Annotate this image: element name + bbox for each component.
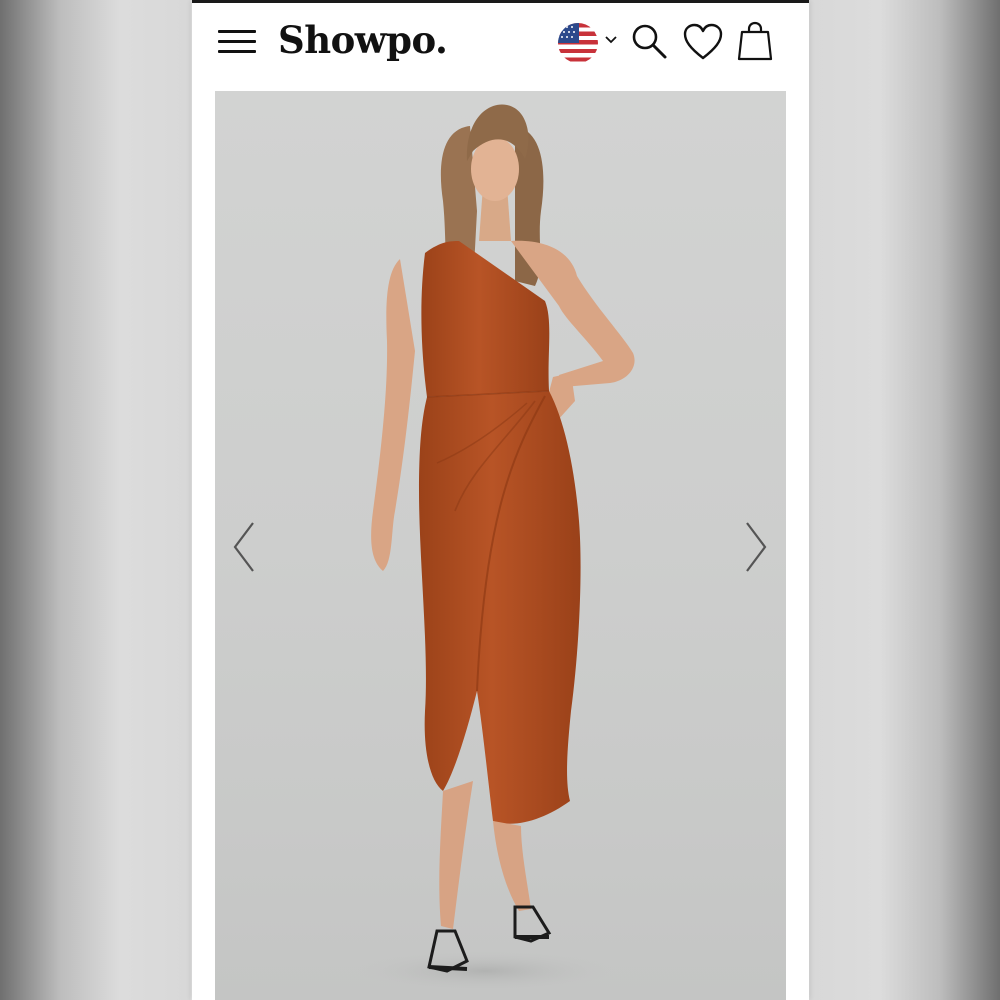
- heart-icon[interactable]: [682, 22, 724, 62]
- chevron-down-icon: [605, 36, 617, 44]
- chevron-left-icon[interactable]: [231, 519, 257, 575]
- model-in-dress-photo: [345, 104, 635, 993]
- product-image[interactable]: [215, 91, 786, 1000]
- site-header: Showpo.: [192, 3, 809, 87]
- us-flag-icon: [558, 23, 598, 63]
- site-logo[interactable]: Showpo.: [278, 15, 448, 65]
- hamburger-menu-icon[interactable]: [218, 27, 258, 57]
- chevron-right-icon[interactable]: [743, 519, 769, 575]
- region-selector[interactable]: [558, 23, 622, 67]
- phone-screen: Showpo.: [192, 0, 809, 1000]
- shopping-bag-icon[interactable]: [736, 20, 774, 62]
- search-icon[interactable]: [630, 22, 670, 62]
